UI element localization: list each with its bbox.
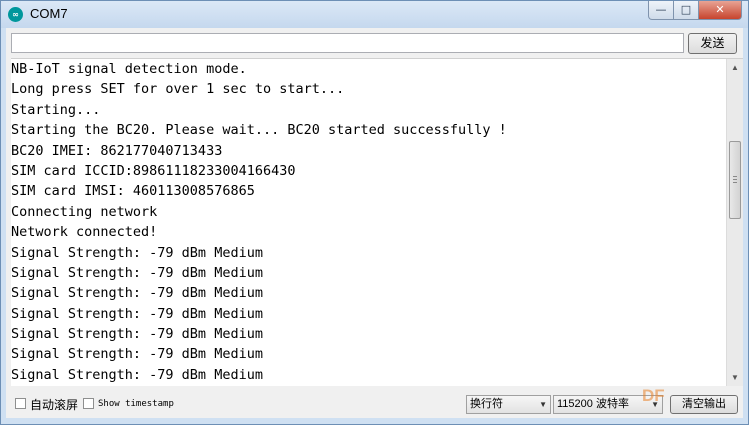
serial-options-bar: 自动滚屏 Show timestamp 换行符 ▼ 115200 波特率 ▼ 清… xyxy=(6,388,743,418)
output-line: Starting... xyxy=(11,101,101,118)
autoscroll-label: 自动滚屏 xyxy=(30,398,79,412)
close-icon: ✕ xyxy=(715,3,725,16)
baud-rate-select[interactable]: 115200 波特率 ▼ xyxy=(553,395,663,414)
title-bar[interactable]: ∞ COM7 — □ ✕ xyxy=(1,1,748,28)
output-line: BC20 IMEI: 862177040713433 xyxy=(11,142,223,159)
maximize-button[interactable]: □ xyxy=(673,1,699,20)
chevron-down-icon: ▼ xyxy=(539,400,547,409)
minimize-icon: — xyxy=(655,3,667,16)
output-line: Signal Strength: -79 dBm Medium xyxy=(11,326,263,343)
chevron-down-icon: ▼ xyxy=(651,400,659,409)
arduino-icon: ∞ xyxy=(8,7,23,22)
output-line: Network connected! xyxy=(11,224,158,241)
output-line: Connecting network xyxy=(11,203,158,220)
chevron-up-icon[interactable]: ▲ xyxy=(727,59,743,76)
baud-rate-value: 115200 波特率 xyxy=(557,398,629,410)
send-input[interactable] xyxy=(11,33,684,53)
line-ending-value: 换行符 xyxy=(470,398,503,410)
vertical-scrollbar[interactable]: ▲ ▼ xyxy=(726,59,743,386)
output-line: NB-IoT signal detection mode. xyxy=(11,61,247,77)
close-button[interactable]: ✕ xyxy=(698,1,742,20)
scrollbar-thumb[interactable] xyxy=(729,140,741,219)
window-title: COM7 xyxy=(30,6,68,21)
line-ending-select[interactable]: 换行符 ▼ xyxy=(466,395,551,414)
output-line: Signal Strength: -79 dBm Medium xyxy=(11,346,263,363)
maximize-icon: □ xyxy=(680,3,692,16)
chevron-down-icon[interactable]: ▼ xyxy=(727,369,743,386)
timestamp-label: Show timestamp xyxy=(98,399,174,409)
output-line: Signal Strength: -79 dBm Medium xyxy=(11,264,263,281)
output-line: SIM card IMSI: 460113008576865 xyxy=(11,183,255,200)
serial-output-area[interactable]: NB-IoT signal detection mode. Long press … xyxy=(11,58,743,386)
output-line: Signal Strength: -79 dBm Medium xyxy=(11,305,263,322)
timestamp-checkbox[interactable] xyxy=(83,398,94,409)
clear-output-button[interactable]: 清空输出 xyxy=(670,395,738,414)
output-line: Long press SET for over 1 sec to start..… xyxy=(11,81,345,98)
output-line: SIM card ICCID:89861118233004166430 xyxy=(11,162,296,179)
serial-output-lines: NB-IoT signal detection mode. Long press … xyxy=(11,59,726,386)
minimize-button[interactable]: — xyxy=(648,1,674,20)
output-line: Signal Strength: -79 dBm Medium xyxy=(11,244,263,261)
output-line: Starting the BC20. Please wait... BC20 s… xyxy=(11,122,507,139)
output-line: Signal Strength: -79 dBm Medium xyxy=(11,285,263,302)
output-line: Signal Strength: -79 dBm Medium xyxy=(11,366,263,383)
serial-monitor-body: 发送 NB-IoT signal detection mode. Long pre… xyxy=(6,28,743,418)
serial-monitor-window: ∞ COM7 — □ ✕ 发送 NB-IoT signal detection … xyxy=(0,0,749,425)
send-button[interactable]: 发送 xyxy=(688,33,737,54)
output-line: Signal Strength: -79 dBm Medium xyxy=(11,385,726,386)
autoscroll-checkbox[interactable] xyxy=(15,398,26,409)
